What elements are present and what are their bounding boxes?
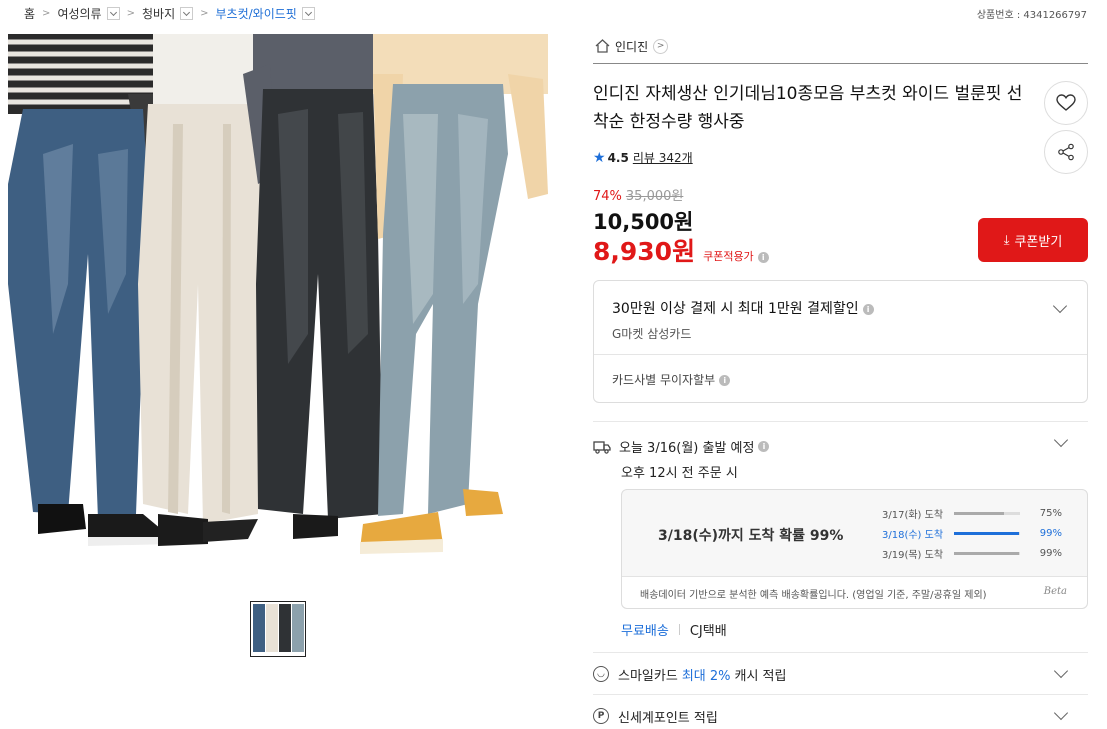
- product-thumbnail[interactable]: [250, 601, 306, 657]
- arrival-probability-box: 3/18(수)까지 도착 확률 99% 3/17(화) 도착 75% 3/18(수)…: [621, 489, 1088, 609]
- share-icon: [1058, 143, 1074, 161]
- arrival-probability-row: 3/19(목) 도착 99%: [882, 543, 1062, 563]
- discount-rate: 74%: [593, 189, 622, 204]
- shinsegae-point-row[interactable]: P 신세계포인트 적립: [593, 705, 1088, 727]
- shipping-condition: 오후 12시 전 주문 시: [621, 466, 738, 481]
- shipping-departure: 오늘 3/16(월) 출발 예정: [619, 441, 755, 456]
- rating: ★ 4.5 리뷰 342개: [593, 149, 693, 166]
- payment-benefit-box: 30만원 이상 결제 시 최대 1만원 결제할인 i G마켓 삼성카드 카드사별 …: [593, 280, 1088, 403]
- arrival-probability-row: 3/17(화) 도착 75%: [882, 503, 1062, 523]
- shipping-fee-row: 무료배송 CJ택배: [621, 620, 727, 639]
- shop-name[interactable]: 인디진: [615, 38, 648, 55]
- probability-bar: [954, 511, 1020, 515]
- arrival-date: 3/18(수) 도착: [882, 529, 944, 541]
- beta-badge: Beta: [1043, 586, 1067, 597]
- shipping-fee: 무료배송: [621, 624, 669, 639]
- dropdown-toggle-icon[interactable]: [106, 6, 120, 20]
- arrival-headline: 3/18(수)까지 도착 확률 99%: [658, 528, 844, 544]
- original-price-row: 74% 35,000원: [593, 185, 683, 204]
- probability-bar-fill: [954, 511, 1004, 515]
- installment-row[interactable]: 카드사별 무이자할부 i: [594, 355, 1087, 404]
- star-icon: ★: [593, 149, 606, 166]
- smile-icon: ◡: [593, 666, 609, 682]
- product-info-panel: 인디진 > 인디진 자체생산 인기데님10종모음 부츠컷 와이드 벌룬핏 선착순…: [593, 34, 1088, 726]
- breadcrumb-item-current[interactable]: > 부츠컷/와이드핏: [193, 5, 315, 22]
- probability-bar: [954, 551, 1020, 555]
- rating-score: 4.5: [607, 150, 629, 165]
- separator: [678, 624, 680, 635]
- chevron-down-icon[interactable]: [1053, 432, 1069, 448]
- wishlist-button[interactable]: [1044, 81, 1088, 125]
- divider: [593, 694, 1088, 695]
- coupon-download-button[interactable]: ⤓ 쿠폰받기: [978, 218, 1088, 262]
- probability-percent: 75%: [1039, 507, 1062, 519]
- share-button[interactable]: [1044, 130, 1088, 174]
- probability-percent: 99%: [1039, 547, 1062, 559]
- payment-card-name: G마켓 삼성카드: [612, 327, 692, 341]
- cashback-rate: 최대 2%: [681, 668, 731, 684]
- smile-card-cashback-row[interactable]: ◡ 스마일카드 최대 2% 캐시 적립: [593, 663, 1088, 685]
- payment-benefit-text: 30만원 이상 결제 시 최대 1만원 결제할인: [612, 301, 859, 317]
- truck-icon: [593, 440, 611, 454]
- probability-bar-fill: [954, 551, 1020, 555]
- product-title: 인디진 자체생산 인기데님10종모음 부츠컷 와이드 벌룬핏 선착순 한정수량 …: [593, 84, 1023, 132]
- info-icon[interactable]: i: [757, 252, 769, 263]
- arrival-probability-row: 3/18(수) 도착 99%: [882, 523, 1062, 543]
- home-icon: [595, 39, 610, 53]
- divider: [593, 652, 1088, 653]
- chevron-right-icon: >: [126, 7, 135, 19]
- probability-percent: 99%: [1039, 527, 1062, 539]
- coupon-price: 8,930원: [593, 237, 696, 266]
- courier-name: CJ택배: [689, 624, 727, 639]
- breadcrumb-item-home[interactable]: 홈: [24, 5, 35, 22]
- shop-link[interactable]: 인디진 >: [593, 34, 1088, 58]
- breadcrumb: 홈 > 여성의류 > 청바지 > 부츠컷/와이드핏: [24, 4, 315, 22]
- product-main-image: [8, 34, 548, 574]
- dropdown-toggle-icon[interactable]: [180, 6, 194, 20]
- info-icon[interactable]: i: [719, 375, 731, 386]
- breadcrumb-item-subcategory[interactable]: > 청바지: [120, 5, 194, 22]
- info-icon[interactable]: i: [862, 303, 874, 315]
- shipping-departure-row[interactable]: 오늘 3/16(월) 출발 예정 i: [593, 437, 770, 456]
- heart-icon: [1056, 94, 1076, 111]
- review-count-link[interactable]: 리뷰 342개: [633, 149, 693, 166]
- chevron-right-icon: >: [42, 7, 51, 19]
- divider: [593, 421, 1088, 422]
- product-number: 상품번호 : 4341266797: [976, 10, 1087, 21]
- arrival-date: 3/17(화) 도착: [882, 509, 944, 521]
- chevron-right-icon: >: [200, 7, 209, 19]
- dropdown-toggle-icon[interactable]: [301, 6, 315, 20]
- download-icon: ⤓: [1003, 232, 1010, 248]
- original-price: 35,000원: [625, 189, 684, 204]
- breadcrumb-item-category[interactable]: > 여성의류: [35, 5, 120, 22]
- arrival-probability-list: 3/17(화) 도착 75% 3/18(수) 도착 99% 3/19(목) 도착 99%: [882, 503, 1062, 563]
- point-icon: P: [593, 708, 609, 724]
- chevron-right-icon[interactable]: >: [653, 38, 669, 54]
- probability-bar: [954, 531, 1020, 535]
- arrival-note: 배송데이터 기반으로 분석한 예측 배송확률입니다. (영업일 기준, 주말/공…: [622, 576, 1087, 608]
- coupon-price-row: 8,930원 쿠폰적용가 i: [593, 232, 769, 268]
- divider: [593, 63, 1088, 64]
- info-icon[interactable]: i: [758, 441, 770, 452]
- coupon-applied-label: 쿠폰적용가: [703, 250, 754, 263]
- probability-bar-fill: [954, 531, 1020, 535]
- arrival-date: 3/19(목) 도착: [882, 549, 944, 561]
- installment-text: 카드사별 무이자할부: [612, 373, 716, 387]
- payment-discount-row[interactable]: 30만원 이상 결제 시 최대 1만원 결제할인 i G마켓 삼성카드: [594, 281, 1087, 355]
